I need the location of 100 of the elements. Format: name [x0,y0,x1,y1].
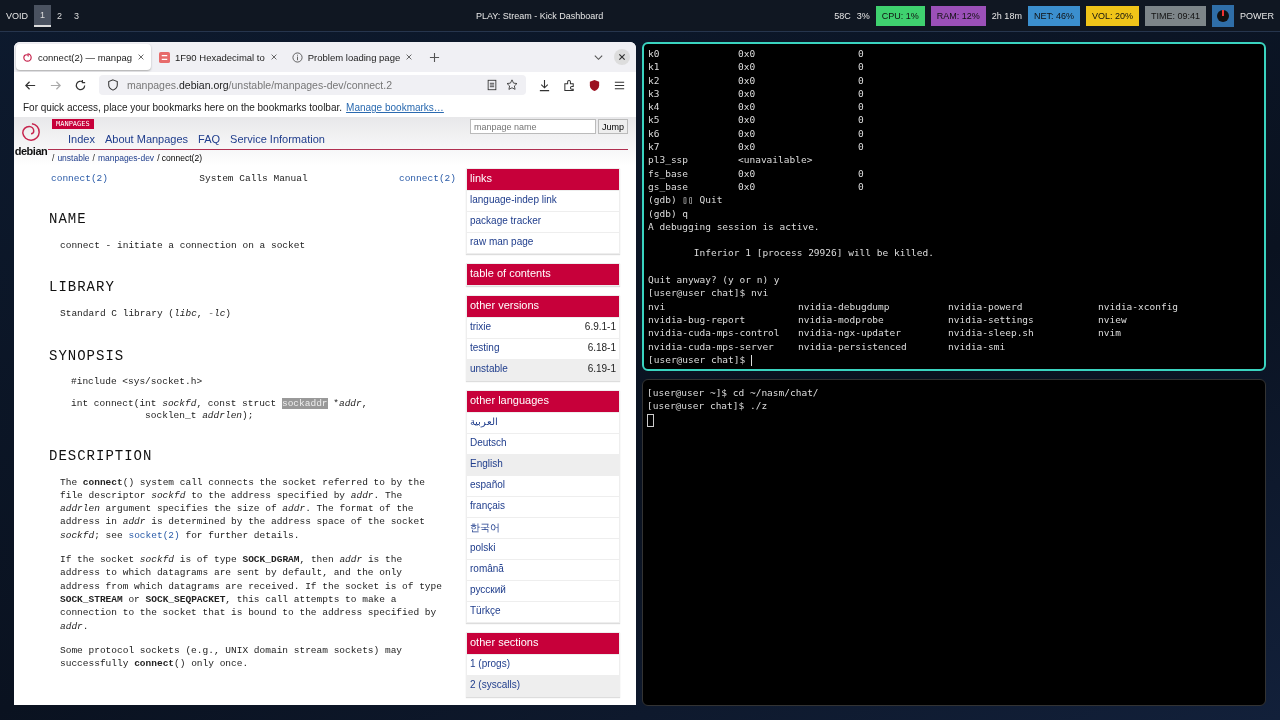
terminal-line: (gdb) ▯▯ Quit [648,193,724,207]
shield-icon [107,79,119,91]
completion-item: nvidia-modprobe [798,312,885,327]
browser-tab[interactable]: 1F90 Hexadecimal to [153,44,284,70]
terminal-text: 0x0 [738,126,757,141]
completion-item: nvidia-persistenced [798,339,908,353]
puzzle-icon[interactable] [563,78,576,92]
swirl-icon [22,51,33,63]
completion-item: nvidia-xconfig [1098,299,1180,313]
manpage-link[interactable]: connect(2) [398,173,456,184]
close-icon[interactable] [405,53,414,61]
nav-link[interactable]: FAQ [198,133,221,145]
terminal-text: 0x0 [738,86,757,101]
workspace-button[interactable]: 3 [68,4,86,27]
sidebar-item[interactable]: русский [467,580,619,601]
terminal-text: 0x0 [738,100,757,114]
code-line: socklen_t addrlen); [144,409,255,421]
new-tab-icon[interactable] [429,51,441,63]
terminal-text: 0 [858,47,865,61]
power-icon[interactable] [1212,4,1234,27]
manual-title: System Calls Manual [199,173,308,184]
sidebar-item[interactable]: français [467,496,619,517]
status-badge: TIME: 09:41 [1144,5,1206,26]
status-badge: CPU: 1% [875,5,925,26]
sidebar-item[interactable]: العربية [467,412,619,433]
star-icon[interactable] [506,79,518,91]
terminal-text: 0 [858,126,865,141]
sidebar-item[interactable]: română [467,559,619,580]
sidebar-item[interactable]: 2 (syscalls) [467,675,619,696]
sidebar-item[interactable]: Türkçe [467,601,619,622]
breadcrumb-link[interactable]: manpages-dev [97,153,155,163]
terminal-text: 0 [858,86,865,101]
code-line: #include <sys/socket.h> [71,375,204,387]
close-icon[interactable] [614,49,630,65]
sidebar-item[interactable]: raw man page [467,232,619,253]
download-icon[interactable] [538,78,551,92]
terminal-text: 0 [858,100,865,114]
terminal-text: 0x0 [738,60,757,74]
breadcrumb-link[interactable]: unstable [57,153,90,163]
terminal-text: gs_base [648,179,690,194]
nav-link[interactable]: Index [68,133,95,145]
search-field[interactable]: manpage name [470,119,596,134]
terminal-text: <unavailable> [738,153,814,167]
terminal-text: 0x0 [738,73,757,87]
reader-view-icon[interactable] [486,79,498,91]
completion-item: nvidia-ngx-updater [798,326,902,340]
panel-heading: other versions [467,296,619,317]
sidebar-item[interactable]: unstable 6.19-1 [467,359,619,380]
browser-tab[interactable]: connect(2) — manpag [16,44,151,70]
paragraph: connect - initiate a connection on a socket [60,239,307,253]
manage-bookmarks-link[interactable]: Manage bookmarks… [346,102,444,113]
close-icon[interactable] [269,53,278,61]
terminal-text: k2 [648,73,661,87]
terminal-line: A debugging session is active. [648,219,821,234]
terminal-line: (gdb) q [648,206,690,220]
calculator-icon [159,51,170,63]
terminal-line: [user@user ~]$ cd ~/nasm/chat/ [647,386,820,400]
code-line: int connect(int sockfd, const struct sockaddr *addr, [71,397,369,409]
sidebar-item[interactable]: trixie 6.9.1-1 [467,317,619,338]
terminal-text: k7 [648,140,661,154]
sidebar-item[interactable]: 한국어 [467,517,619,538]
manpage-link[interactable]: connect(2) [51,173,108,184]
address-bar[interactable]: manpages.debian.org/unstable/manpages-dev/connect.2 [99,75,526,95]
nav-link[interactable]: About Manpages [104,133,189,145]
sidebar-item[interactable]: español [467,475,619,496]
sidebar-item[interactable]: polski [467,538,619,559]
completion-item: nvidia-smi [948,339,1007,353]
completion-item: nvi [648,299,667,313]
terminal-text: k1 [648,60,661,74]
site-logo[interactable]: debian [14,145,48,157]
terminal-text: 0x0 [738,113,757,127]
window-title: PLAY: Stream - Kick Dashboard [475,10,605,21]
sidebar-item[interactable]: language-indep link [467,190,619,211]
terminal-text: k4 [648,100,661,114]
panel-heading: links [467,169,619,190]
terminal-text: 0 [858,73,865,87]
browser-tab[interactable]: Problem loading page [285,44,420,70]
sidebar-item[interactable]: package tracker [467,211,619,232]
workspace-button[interactable]: 1 [34,4,52,27]
terminal-text: k3 [648,86,661,101]
section-heading: DESCRIPTION [49,447,154,464]
paragraph: If the socket sockfd is of type SOCK_DGRAM, then addr is the address to which datagrams are sent by default, and the only address from which datagrams are received. If the socket is of type SOCK_STREAM or SOCK_SEQPACKET, this call attempts to make a connection to the socket that is bound to the address specified by addr. [60,553,443,633]
paragraph: The connect() system call connects the socket referred to by the file descriptor sockfd to the address specified by addr. The addrlen argument specifies the size of addr. The format of the address in addr is determined by the address space of the socket sockfd; see socket(2) for further details. [60,475,426,543]
panel-heading: other languages [467,391,619,412]
manpage-link[interactable]: socket(2) [128,529,180,541]
reload-icon[interactable] [74,78,87,92]
close-icon[interactable] [137,53,145,61]
terminal-text: 0 [858,140,865,154]
breadcrumb-current: / connect(2) [157,153,202,163]
sidebar-item[interactable]: English [467,454,619,475]
shield-icon[interactable] [588,78,601,92]
info-icon [291,51,303,63]
jump-button[interactable]: Jump [598,119,628,134]
workspace-button[interactable]: 2 [51,4,69,27]
terminal-text: k6 [648,126,661,141]
panel-label: VOID [6,10,28,21]
nav-link[interactable]: Service Information [230,133,325,145]
power-button[interactable]: POWER [1240,10,1274,21]
panel-heading: other sections [467,633,619,654]
completion-item: nvidia-cuda-mps-control [648,326,781,340]
